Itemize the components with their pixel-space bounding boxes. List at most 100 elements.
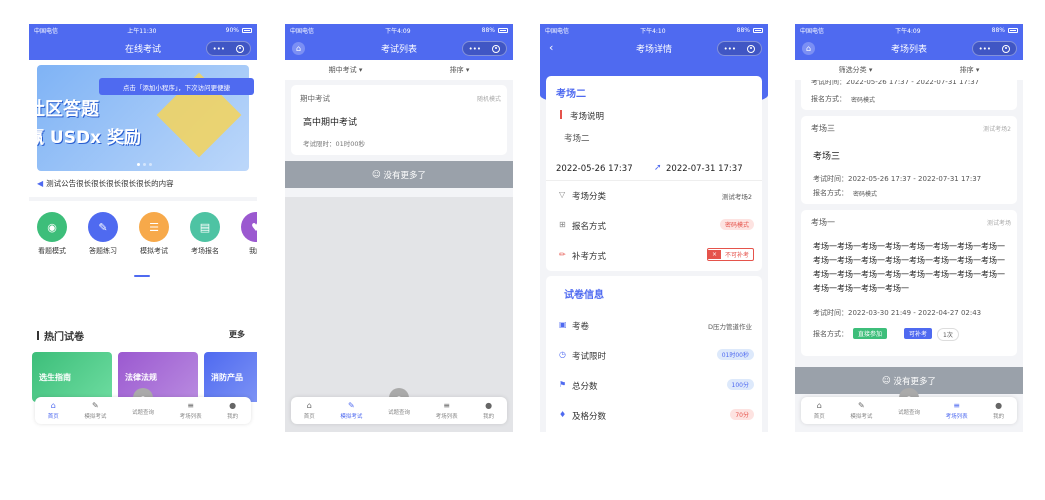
- battery-text: 88%: [991, 27, 1005, 34]
- tab-query[interactable]: 试题查询: [898, 406, 920, 416]
- list-icon: ≡: [187, 401, 194, 410]
- retake-count: 1次: [937, 328, 959, 341]
- carrier: 中国电信: [34, 28, 59, 35]
- category-filter[interactable]: 期中考试 ▾: [329, 65, 363, 75]
- hall-name: 考场三: [813, 152, 841, 162]
- more-dots-icon[interactable]: •••: [213, 45, 225, 53]
- grid-item-practice[interactable]: ✎ 答题练习: [88, 212, 118, 256]
- page-title: 在线考试: [124, 45, 161, 55]
- speaker-icon: ◀: [37, 179, 44, 188]
- status-bar: 中国电信 上午11:30 90%: [29, 24, 257, 37]
- grid-item-mine[interactable]: ♥ 我的: [241, 212, 257, 256]
- more-dots-icon[interactable]: •••: [724, 45, 736, 53]
- close-circle-icon[interactable]: [236, 44, 245, 53]
- smile-icon: ☺: [371, 169, 381, 180]
- arrow-icon: ➚: [654, 163, 662, 173]
- paper-card[interactable]: 选生指南: [32, 352, 112, 402]
- grid-item-mock[interactable]: ☰ 模拟考试: [139, 212, 169, 256]
- list-icon: ≡: [953, 401, 960, 410]
- user-icon: ●: [485, 401, 493, 410]
- hall-info-card: 考场二 考场说明 考场二 2022-05-26 17:37 ➚ 2022-07-…: [546, 76, 762, 271]
- category-label: 考场分类: [572, 192, 607, 202]
- paper-label: 考卷: [572, 322, 590, 332]
- mini-program-capsule[interactable]: •••: [717, 41, 762, 56]
- hot-more-link[interactable]: 更多: [229, 329, 245, 340]
- user-icon: ●: [229, 401, 237, 410]
- tab-mock-exam[interactable]: ✎ 模拟考试: [340, 401, 362, 420]
- tab-mock-exam[interactable]: ✎ 模拟考试: [84, 401, 106, 420]
- shield-icon: ♦: [559, 410, 567, 419]
- retake-label: 补考方式: [572, 252, 607, 262]
- sort-filter[interactable]: 排序 ▾: [450, 65, 470, 75]
- paper-card[interactable]: 消防产品: [204, 352, 257, 402]
- edit-icon: ✎: [88, 212, 118, 242]
- add-mini-program-tip[interactable]: 点击「添加小程序」，下次访问更便捷: [99, 78, 254, 95]
- clock-icon: ◷: [559, 350, 566, 359]
- hall-card[interactable]: 考场一 测试考场 考场一考场一考场一考场一考场一考场一考场一考场一考场一考场一考…: [801, 210, 1017, 356]
- tab-bar: ⌂ 首页 ✎ 模拟考试 试题查询 ≡ 考场列表 ● 我的: [35, 397, 251, 424]
- exam-icon: ✎: [348, 401, 355, 410]
- tab-halls[interactable]: ≡ 考场列表: [180, 401, 202, 420]
- battery-icon: [753, 28, 763, 33]
- no-more-text: 没有更多了: [893, 376, 937, 387]
- hot-papers-title: 热门试卷: [44, 332, 84, 343]
- hall-time: 考试时间：2022-05-26 17:37 - 2022-07-31 17:37: [813, 175, 982, 183]
- grid-label: 考场报名: [191, 247, 219, 255]
- tab-label: 我的: [227, 414, 239, 420]
- grid-item-signup[interactable]: ▤ 考场报名: [190, 212, 220, 256]
- home-icon[interactable]: ⌂: [292, 42, 305, 55]
- retake-value: 不可补考: [724, 252, 749, 259]
- hall-name: 考场一考场一考场一考场一考场一考场一考场一考场一考场一考场一考场一考场一考场一考…: [813, 242, 1005, 293]
- more-dots-icon[interactable]: •••: [469, 45, 481, 53]
- paper-card-title: 法律法规: [125, 373, 157, 382]
- hall-card[interactable]: 考场三 测试考场2 考场三 考试时间：2022-05-26 17:37 - 20…: [801, 116, 1017, 204]
- battery-icon: [498, 28, 508, 33]
- tab-mock-exam[interactable]: ✎ 模拟考试: [850, 401, 872, 420]
- phone-hall-list: 中国电信 下午4:09 88% ⌂ 考场列表 ••• 筛选分类 ▾ 排序 ▾ 考…: [795, 24, 1023, 432]
- sort-filter[interactable]: 排序 ▾: [960, 65, 980, 75]
- notice-text[interactable]: 测试公告很长很长很长很长很长的内容: [46, 178, 174, 189]
- eye-icon: ◉: [37, 212, 67, 242]
- signup-badge: 密码模式: [719, 219, 754, 230]
- filter-icon: ▽: [559, 190, 566, 199]
- tab-halls[interactable]: ≡ 考场列表: [436, 401, 458, 420]
- tab-home[interactable]: ⌂ 首页: [48, 401, 59, 420]
- exam-mode: 随机模式: [476, 96, 501, 103]
- more-dots-icon[interactable]: •••: [979, 45, 991, 53]
- clock: 上午11:30: [127, 28, 157, 35]
- mini-program-capsule[interactable]: •••: [462, 41, 507, 56]
- paper-card[interactable]: 法律法规: [118, 352, 198, 402]
- desc-marker: [560, 110, 562, 119]
- tab-label: 试题查询: [897, 409, 920, 416]
- tab-mine[interactable]: ● 我的: [227, 401, 238, 420]
- status-bar: 中国电信 下午4:10 88%: [540, 24, 768, 37]
- close-circle-icon[interactable]: [747, 44, 756, 53]
- banner-title-1: 社区答题: [37, 99, 99, 120]
- tab-mine[interactable]: ● 我的: [483, 401, 494, 420]
- mini-program-capsule[interactable]: •••: [972, 41, 1017, 56]
- tab-query[interactable]: 试题查询: [388, 406, 410, 416]
- home-icon[interactable]: ⌂: [802, 42, 815, 55]
- signup-label: 报名方式：: [813, 330, 848, 338]
- grid-item-view[interactable]: ◉ 看题模式: [37, 212, 67, 256]
- tab-bar: ⌂ 首页 ✎ 模拟考试 试题查询 ≡ 考场列表 ● 我的: [291, 397, 507, 424]
- filter-bar: 筛选分类 ▾ 排序 ▾: [795, 60, 1023, 80]
- back-icon[interactable]: ‹: [549, 41, 553, 54]
- battery-icon: [1008, 28, 1018, 33]
- carrier: 中国电信: [800, 28, 825, 35]
- mini-program-capsule[interactable]: •••: [206, 41, 251, 56]
- close-circle-icon[interactable]: [492, 44, 501, 53]
- tab-query[interactable]: 试题查询: [132, 406, 154, 416]
- heart-icon: ♥: [241, 212, 257, 242]
- tab-halls[interactable]: ≡ 考场列表: [946, 401, 968, 420]
- signup-label: 报名方式: [572, 222, 607, 232]
- tab-label: 首页: [47, 414, 59, 420]
- home-icon: ⌂: [306, 401, 312, 410]
- paper-card-title: 消防产品: [211, 373, 243, 382]
- exam-card[interactable]: 期中考试 随机模式 高中期中考试 考试限时：01时00秒: [291, 85, 507, 155]
- tab-home[interactable]: ⌂ 首页: [304, 401, 315, 420]
- tab-mine[interactable]: ● 我的: [993, 401, 1004, 420]
- category-filter[interactable]: 筛选分类 ▾: [839, 65, 873, 75]
- close-circle-icon[interactable]: [1002, 44, 1011, 53]
- tab-home[interactable]: ⌂ 首页: [814, 401, 825, 420]
